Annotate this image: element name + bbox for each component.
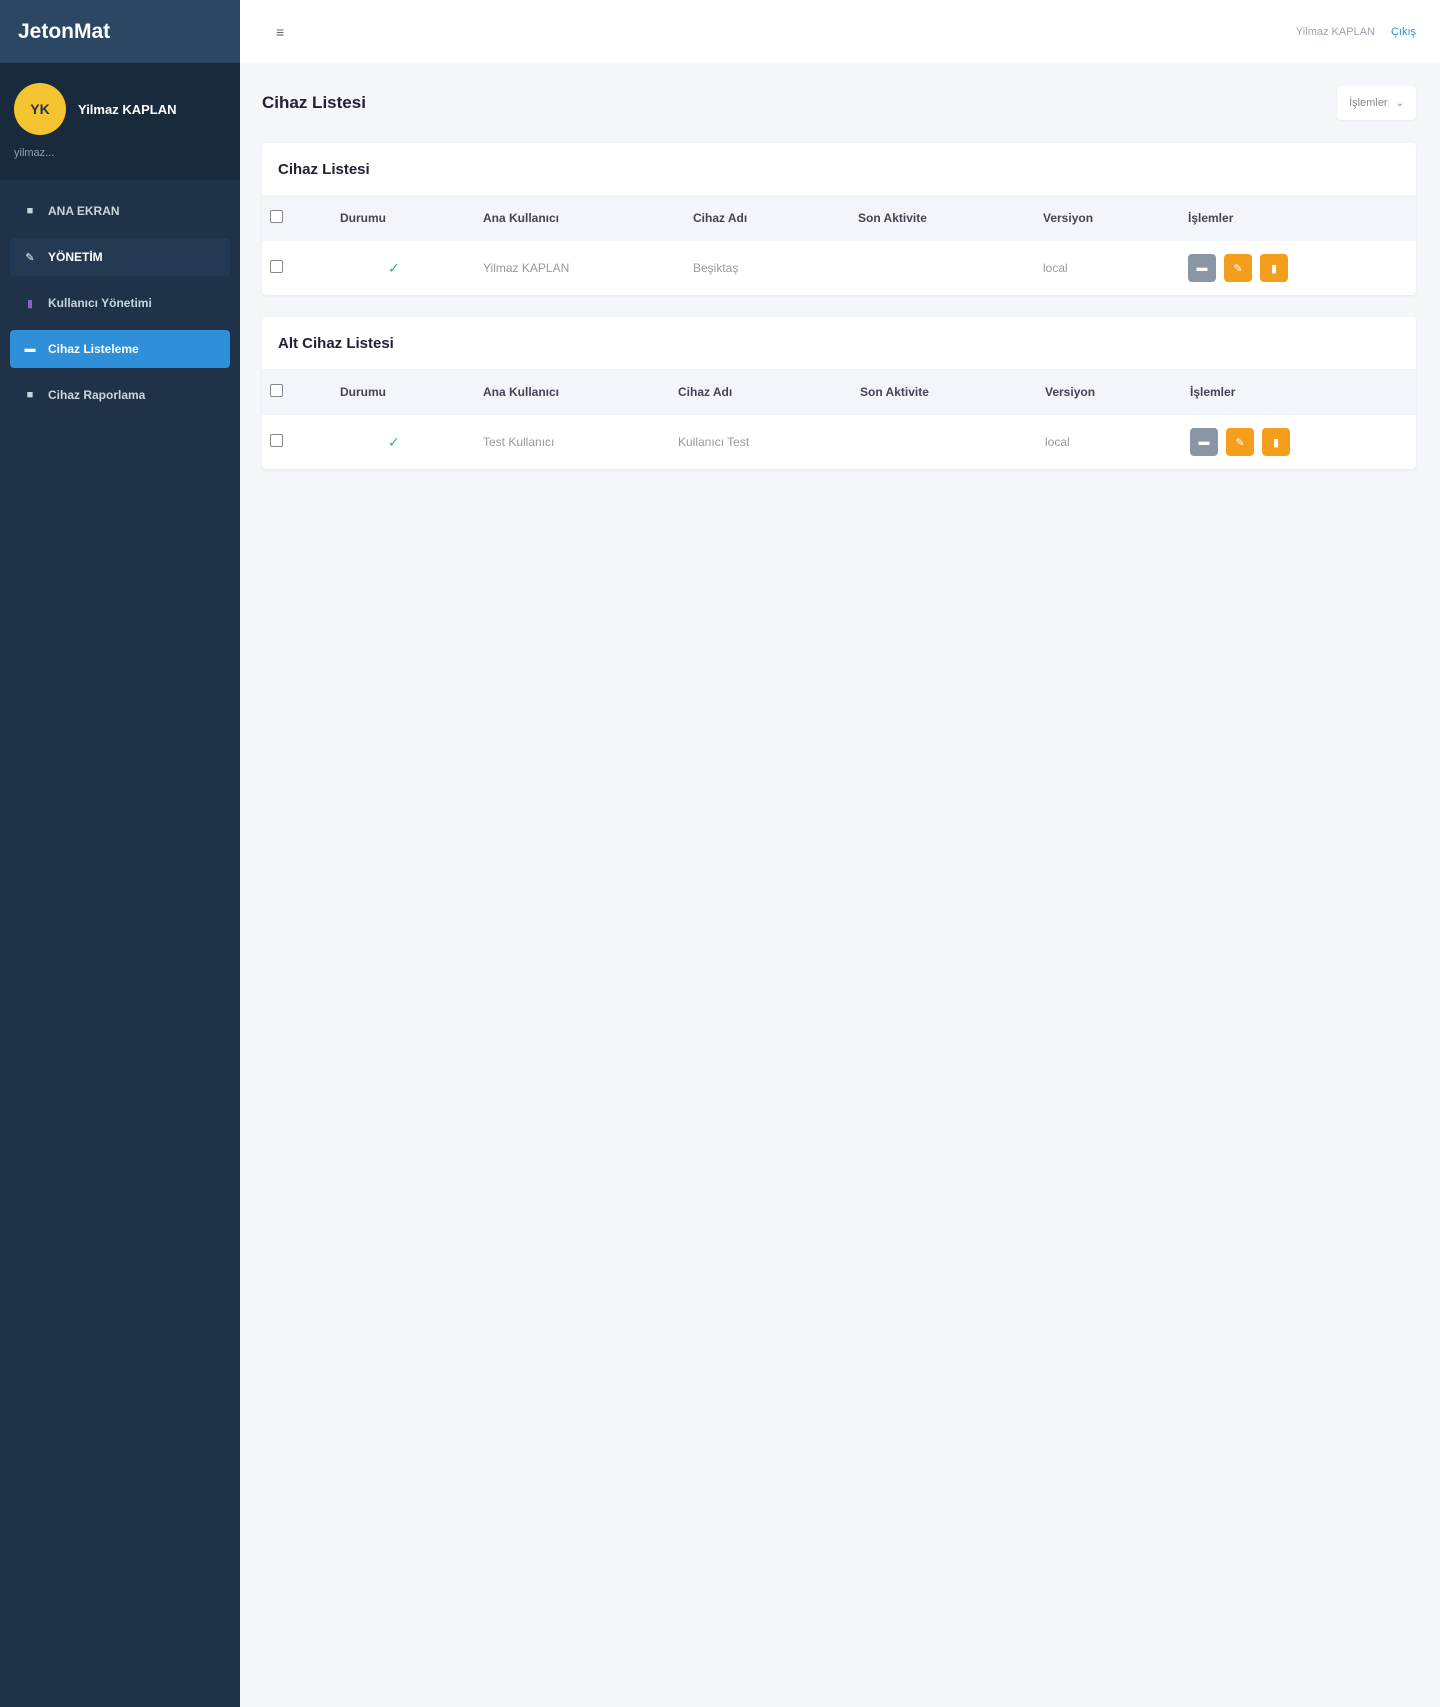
user-panel: YK Yilmaz KAPLAN yilmaz... xyxy=(0,63,240,180)
table-row: ✓ Test Kullanıcı Kullanıcı Test local ▬ … xyxy=(262,415,1416,469)
column-header: Versiyon xyxy=(1043,211,1094,225)
sidebar-item-management[interactable]: ✎ YÖNETİM xyxy=(10,238,230,276)
version-cell: local xyxy=(1045,435,1070,449)
sidebar-item-label: Cihaz Raporlama xyxy=(48,388,146,402)
chevron-down-icon: ⌄ xyxy=(1395,97,1404,109)
lock-icon: ▮ xyxy=(1272,436,1280,449)
owner-cell: Yilmaz KAPLAN xyxy=(483,261,570,275)
lock-icon: ▮ xyxy=(1270,262,1278,275)
device-name-cell: Kullanıcı Test xyxy=(678,435,750,449)
hamburger-menu-icon[interactable]: ≡ xyxy=(276,24,284,40)
sidebar-item-device-report[interactable]: ■ Cihaz Raporlama xyxy=(10,376,230,414)
column-header: Durumu xyxy=(340,211,386,225)
last-activity-cell xyxy=(852,415,1037,469)
detail-icon: ▬ xyxy=(1198,436,1210,448)
main-content: Cihaz Listesi İşlemler ⌄ Cihaz Listesi D… xyxy=(262,63,1416,491)
operations-dropdown-label: İşlemler xyxy=(1349,97,1388,109)
column-header: Versiyon xyxy=(1045,385,1096,399)
column-header: Ana Kullanıcı xyxy=(483,211,560,225)
detail-icon: ▬ xyxy=(1196,262,1208,274)
column-header: Durumu xyxy=(340,385,386,399)
sidebar-item-label: ANA EKRAN xyxy=(48,204,120,218)
owner-cell: Test Kullanıcı xyxy=(483,435,555,449)
version-cell: local xyxy=(1043,261,1068,275)
list-icon: ▬ xyxy=(24,343,36,355)
sidebar-item-label: Cihaz Listeleme xyxy=(48,342,139,356)
config-button[interactable]: ▮ xyxy=(1260,254,1288,282)
user-subtitle: yilmaz... xyxy=(14,147,55,159)
sidebar-item-user-management[interactable]: ▮ Kullanıcı Yönetimi xyxy=(10,284,230,322)
device-name-cell: Beşiktaş xyxy=(693,261,739,275)
status-ok-icon: ✓ xyxy=(388,433,400,450)
status-ok-icon: ✓ xyxy=(388,259,400,276)
column-header: Son Aktivite xyxy=(858,211,927,225)
detail-button[interactable]: ▬ xyxy=(1188,254,1216,282)
column-header: Ana Kullanıcı xyxy=(483,385,560,399)
sidebar-item-device-list[interactable]: ▬ Cihaz Listeleme xyxy=(10,330,230,368)
sub-device-list-card: Alt Cihaz Listesi Durumu Ana Kullanıcı C… xyxy=(262,317,1416,469)
last-activity-cell xyxy=(850,241,1035,295)
column-header: İşlemler xyxy=(1188,211,1234,225)
pencil-icon: ✎ xyxy=(1235,436,1245,449)
column-header: Cihaz Adı xyxy=(678,385,733,399)
sidebar: JetonMat YK Yilmaz KAPLAN yilmaz... ■ AN… xyxy=(0,0,240,1707)
edit-button[interactable]: ✎ xyxy=(1226,428,1254,456)
row-checkbox[interactable] xyxy=(270,260,283,273)
brand-logo[interactable]: JetonMat xyxy=(0,0,240,63)
device-list-card: Cihaz Listesi Durumu Ana Kullanıcı Cihaz… xyxy=(262,143,1416,295)
config-button[interactable]: ▮ xyxy=(1262,428,1290,456)
column-header: Son Aktivite xyxy=(860,385,929,399)
pencil-icon: ✎ xyxy=(1233,262,1243,275)
row-checkbox[interactable] xyxy=(270,434,283,447)
column-header: Cihaz Adı xyxy=(693,211,748,225)
wrench-icon: ✎ xyxy=(25,251,35,264)
select-all-checkbox[interactable] xyxy=(270,384,283,397)
topbar: ≡ Yilmaz KAPLAN Çıkış xyxy=(240,0,1440,63)
device-table: Durumu Ana Kullanıcı Cihaz Adı Son Aktiv… xyxy=(262,195,1416,295)
topbar-user-name: Yilmaz KAPLAN xyxy=(1295,25,1375,38)
select-all-checkbox[interactable] xyxy=(270,210,283,223)
page-title: Cihaz Listesi xyxy=(262,93,366,112)
column-header: İşlemler xyxy=(1190,385,1236,399)
report-icon: ■ xyxy=(26,389,34,401)
edit-button[interactable]: ✎ xyxy=(1224,254,1252,282)
logout-link[interactable]: Çıkış xyxy=(1391,26,1416,38)
operations-dropdown[interactable]: İşlemler ⌄ xyxy=(1337,86,1416,120)
sidebar-item-label: Kullanıcı Yönetimi xyxy=(48,296,152,310)
sub-device-table: Durumu Ana Kullanıcı Cihaz Adı Son Aktiv… xyxy=(262,369,1416,469)
detail-button[interactable]: ▬ xyxy=(1190,428,1218,456)
table-row: ✓ Yilmaz KAPLAN Beşiktaş local ▬ ✎ ▮ xyxy=(262,241,1416,295)
device-list-title: Cihaz Listesi xyxy=(278,160,370,178)
sidebar-item-home[interactable]: ■ ANA EKRAN xyxy=(10,192,230,230)
sidebar-item-label: YÖNETİM xyxy=(48,250,103,264)
sub-device-list-title: Alt Cihaz Listesi xyxy=(278,334,394,352)
user-icon: ▮ xyxy=(26,297,34,310)
user-name: Yilmaz KAPLAN xyxy=(78,101,177,117)
avatar: YK xyxy=(14,83,66,135)
home-icon: ■ xyxy=(26,205,34,217)
sidebar-menu: ■ ANA EKRAN ✎ YÖNETİM ▮ Kullanıcı Yöneti… xyxy=(0,180,240,434)
